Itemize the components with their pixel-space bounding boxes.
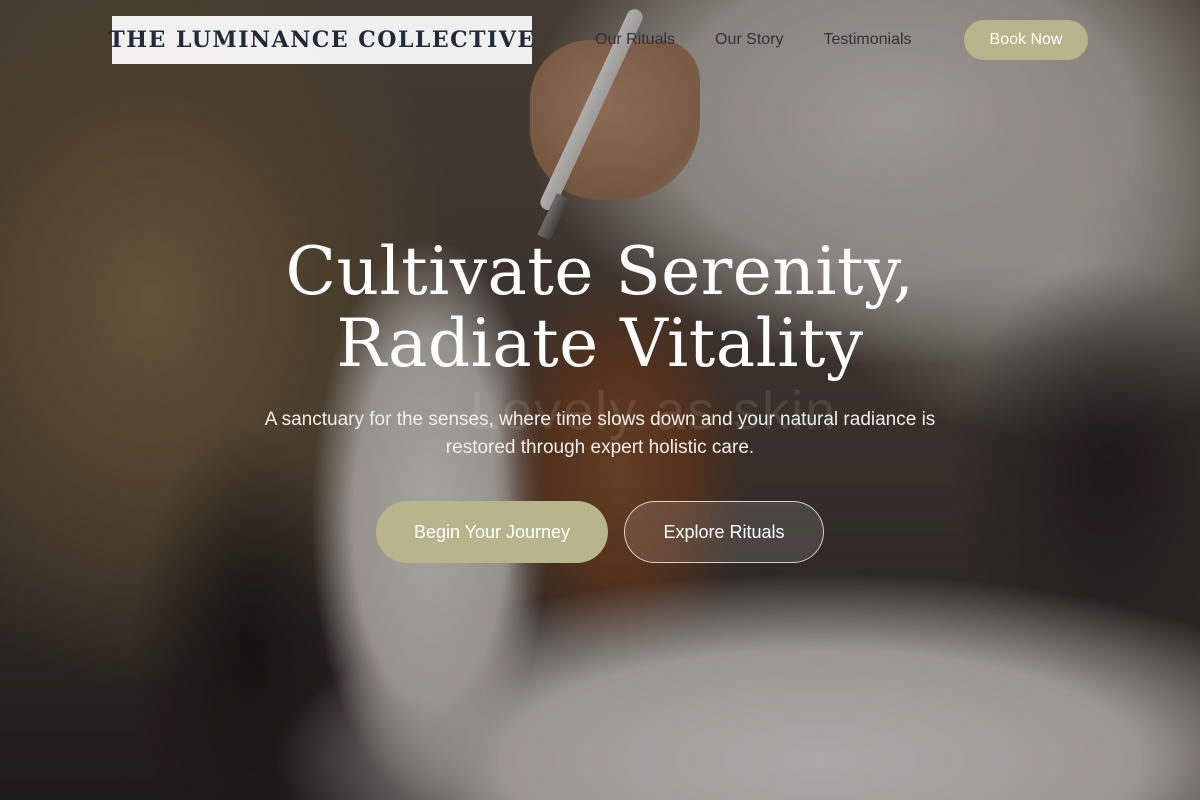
brand-logo[interactable]: THE LUMINANCE COLLECTIVE bbox=[108, 16, 534, 64]
nav-link-our-rituals[interactable]: Our Rituals bbox=[595, 30, 675, 50]
hero-headline-line-2: Radiate Vitality bbox=[336, 305, 864, 382]
site-header: THE LUMINANCE COLLECTIVE Our Rituals Our… bbox=[0, 0, 1200, 80]
hero-section: THE LUMINANCE COLLECTIVE Our Rituals Our… bbox=[0, 0, 1200, 800]
explore-rituals-button[interactable]: Explore Rituals bbox=[624, 501, 824, 563]
hero-subtitle: A sanctuary for the senses, where time s… bbox=[264, 409, 936, 458]
nav-link-our-story[interactable]: Our Story bbox=[715, 30, 783, 50]
begin-journey-button[interactable]: Begin Your Journey bbox=[376, 501, 608, 563]
hero-headline: Cultivate Serenity, Radiate Vitality bbox=[0, 236, 1200, 380]
brand-logo-text: THE LUMINANCE COLLECTIVE bbox=[108, 27, 536, 53]
main-nav: Our Rituals Our Story Testimonials bbox=[595, 30, 912, 50]
book-now-button[interactable]: Book Now bbox=[964, 20, 1088, 60]
hero-headline-line-1: Cultivate Serenity, bbox=[285, 233, 915, 310]
nav-link-testimonials[interactable]: Testimonials bbox=[824, 30, 912, 50]
